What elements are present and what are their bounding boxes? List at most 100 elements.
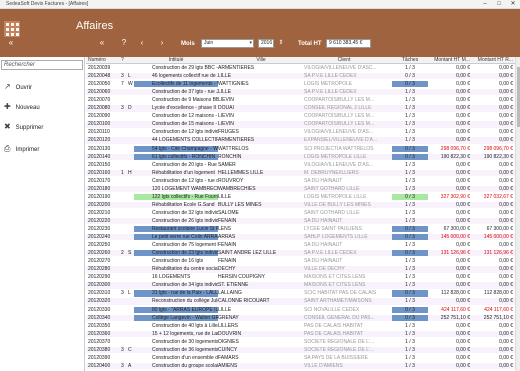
table-row[interactable]: 20120250 Construction de 75 logement fon.… xyxy=(86,242,515,248)
sidebar-item-supprimer[interactable]: ✖ Supprimer xyxy=(4,121,43,133)
cell-client: SCI NOVALILLE CEDEX xyxy=(304,306,360,313)
table-row[interactable]: 20120180 120 LOGEMENT WAMBRECHIEWAMBRECHI… xyxy=(86,185,515,193)
cell-taches: 1 / 3 xyxy=(405,298,415,305)
cell-montant-ht-m: 0,00 € xyxy=(456,282,470,289)
cell-numero: 20120150 xyxy=(88,161,111,168)
table-row[interactable]: 20120160 1 H Réhabilitation d'un logement HE… xyxy=(86,169,515,176)
close-button[interactable]: ✕ xyxy=(506,0,520,9)
cell-question xyxy=(121,339,128,345)
vertical-scrollbar[interactable] xyxy=(515,57,520,371)
column-header-intitule[interactable]: Intitulé xyxy=(134,57,218,63)
table-row[interactable]: 20120370 Construction de 30 logements in.… xyxy=(86,339,515,345)
table-row[interactable]: 20120300 Construction de 34 lgts individu… xyxy=(86,282,515,289)
table-row[interactable]: 20120280 Réhabilitation du centre social … xyxy=(86,266,515,273)
table-row[interactable]: 20120260 2 S Construction de 23 lgts indivi… xyxy=(86,250,515,257)
table-row[interactable]: 201203803CConstruction de 36 logements i… xyxy=(86,346,515,354)
cell-montant-ht-r: 0,00 € xyxy=(499,73,513,80)
back-icon[interactable]: « xyxy=(97,38,107,48)
cell-ville: RONCHIN xyxy=(218,153,242,160)
table-row[interactable]: 20120290 16 LOGEMENTS HERSIN COUPIGNY MAISO… xyxy=(86,274,515,280)
month-select[interactable]: Juin ▾ xyxy=(201,39,254,48)
maximize-button[interactable]: □ xyxy=(492,0,506,9)
cell-taches: 1 / 3 xyxy=(405,266,415,273)
column-header-montant-ht-r[interactable]: Montant HT R... xyxy=(472,57,513,63)
table-row[interactable]: 20120340 Collège Langevin - Wallon GRENAY… xyxy=(86,314,515,321)
table-row[interactable]: 20120070 Construction de 9 Maisons BBC LIE… xyxy=(86,97,515,103)
cell-ville: FRUGES xyxy=(218,129,239,136)
table-row[interactable]: 20120050 7 W Ecollectifs de 11 logements - … xyxy=(86,81,515,88)
cell-taches: 1 / 3 xyxy=(405,137,415,144)
year-field[interactable]: 2016 xyxy=(258,39,274,48)
apps-grid-icon[interactable] xyxy=(4,21,20,37)
minimize-button[interactable]: – xyxy=(478,0,492,9)
cell-client: M. DEBRUYNE/ILLIERS xyxy=(304,169,359,176)
table-row[interactable]: 20120310 3 L 31 lgts - rue de la Paix - LAL… xyxy=(86,290,515,297)
cell-question xyxy=(121,266,128,272)
cell-montant-ht-m: 0,00 € xyxy=(456,274,470,281)
table-row[interactable]: 20120210 Construction de 32 lgts individu… xyxy=(86,210,515,216)
table-row[interactable]: 20120200 Réhabilitation École G.Sand BULLY… xyxy=(86,201,515,209)
table-row[interactable]: 20120350 Construction de 40 lgts à Liller… xyxy=(86,323,515,329)
cell-numero: 20120070 xyxy=(88,97,111,104)
cell-intitule: Ecollectifs de 11 logements - W... xyxy=(134,81,218,88)
sidebar-item-nouveau[interactable]: ✚ Nouveau xyxy=(4,101,40,113)
column-header-montant-ht-m[interactable]: Montant HT M... xyxy=(430,57,470,63)
column-header-question[interactable]: ? xyxy=(121,57,128,63)
table-row[interactable]: 20120120 44 LOGEMENTS COLLECTIF ARMEN...A… xyxy=(86,137,515,144)
cell-montant-ht-r: 0,00 € xyxy=(499,129,513,136)
column-header-numero[interactable]: Numéro xyxy=(88,57,121,63)
cell-ville: CALONNE RICOUART xyxy=(218,298,270,305)
cell-ville: LILLE xyxy=(218,89,232,96)
cell-client: SA DU HAINAUT xyxy=(304,242,343,249)
table-row[interactable]: 20120240 Le petit verre rue Colin ARRAS AR… xyxy=(86,234,515,241)
cell-intitule: Construction de 9 Maisons BBC xyxy=(152,97,218,104)
cell-numero: 20120390 xyxy=(88,354,111,361)
cell-question xyxy=(121,89,128,95)
column-header-ville[interactable]: Ville xyxy=(218,57,304,63)
table-row[interactable]: 20120190 122 lgts collectifs - Rue Fourni… xyxy=(86,193,515,201)
cell-ville: LIEVIN xyxy=(218,97,234,104)
table-row[interactable]: 20120330 80 lgts - "ARRAS EUROPE ILOT G3"… xyxy=(86,306,515,313)
table-row[interactable]: 20120130 54 lgts - Cité Champagne - WAT..… xyxy=(86,145,515,152)
table-row[interactable]: 20120100 Construction de 15 maisons - ru.… xyxy=(86,121,515,128)
table-row[interactable]: 20120320 Reconstruction du collège Jules.… xyxy=(86,298,515,305)
table-row[interactable]: 20120090 Construction de 12 maisons - ru.… xyxy=(86,113,515,119)
table-row[interactable]: 20120230 Restaurant scolaire Lucie St Pau… xyxy=(86,226,515,233)
table-row[interactable]: 20120080 3 D Lycée d'excellence - phase II D… xyxy=(86,105,515,112)
sidebar-item-ouvrir[interactable]: ↗ Ouvrir xyxy=(4,81,32,93)
table-row[interactable]: 20120220 Construction de 26 lgts individu… xyxy=(86,217,515,225)
help-icon[interactable]: ? xyxy=(119,38,129,48)
sidebar-item-imprimer[interactable]: ⎙ Imprimer xyxy=(4,143,39,155)
table-row[interactable]: 20120360 15 + 12 logements, rue de Lannes… xyxy=(86,330,515,337)
column-header-taches[interactable]: Tâches xyxy=(392,57,428,63)
cell-question: 3 xyxy=(121,73,124,80)
table-row[interactable]: 20120170 Construction de 12 lgts - rue du… xyxy=(86,178,515,184)
table-row[interactable]: 20120060 Construction de 37 lgts - rue Je… xyxy=(86,89,515,96)
cell-ville: ROUVROY xyxy=(218,177,244,184)
year-spinner-icon[interactable]: ⇕ xyxy=(276,38,286,48)
cell-numero: 20120090 xyxy=(88,113,111,120)
cell-taches: 1 / 3 xyxy=(405,161,415,168)
column-header-client[interactable]: Client xyxy=(304,57,384,63)
table-row[interactable]: 20120390 Construction d'un ensemble de 2.… xyxy=(86,355,515,361)
cell-montant-ht-r: 0,00 € xyxy=(499,137,513,144)
cell-taches: 1 / 3 xyxy=(405,129,415,136)
cell-montant-ht-m: 0,00 € xyxy=(456,338,470,345)
next-icon[interactable]: › xyxy=(157,38,167,48)
table-row[interactable]: 20120110 Construction de 12 lgts individu… xyxy=(86,129,515,135)
cell-montant-ht-r: 131 126,96 € xyxy=(483,250,513,257)
table-row[interactable]: 20120150 Construction de 20 lgts - Rue de… xyxy=(86,162,515,168)
table-row[interactable]: 20120270 Construction de 16 lgts FENAIN SA … xyxy=(86,258,515,264)
collapse-sidebar-icon[interactable]: « xyxy=(6,38,16,48)
cell-numero: 20120310 xyxy=(88,290,111,297)
search-input[interactable]: Rechercher xyxy=(1,60,83,70)
previous-icon[interactable]: ‹ xyxy=(137,38,147,48)
cell-client: SAHLP LOGEMENTS LILLE xyxy=(304,234,368,241)
table-row[interactable]: 20120048 3 L 46 logements collectif rue de … xyxy=(86,73,515,80)
cell-montant-ht-r: 0,00 € xyxy=(499,209,513,216)
table-row[interactable]: 201204003AConstruction du groupe scolair… xyxy=(86,362,515,370)
table-row[interactable]: 20120039 Construction de 29 lgts BBC - Ru… xyxy=(86,65,515,71)
table-row[interactable]: 20120140 61 lgts collectifs - RONCHIN RONC… xyxy=(86,153,515,160)
cell-question xyxy=(121,113,128,119)
cell-ville: BULLY LES MINES xyxy=(218,201,262,208)
